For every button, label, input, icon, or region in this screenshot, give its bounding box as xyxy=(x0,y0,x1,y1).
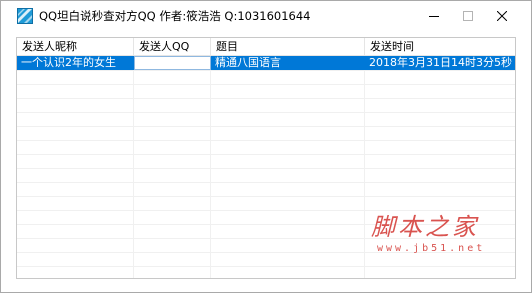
window-title: QQ坦白说秒查对方QQ 作者:筱浩浩 Q:1031601644 xyxy=(39,9,311,23)
main-window: QQ坦白说秒查对方QQ 作者:筱浩浩 Q:1031601644 发送人昵称 发送… xyxy=(0,0,532,293)
grid-line xyxy=(133,56,134,278)
cell-time[interactable]: 2018年3月31日14时3分5秒 xyxy=(365,56,515,70)
grid-line xyxy=(17,126,515,127)
minimize-button[interactable] xyxy=(417,1,451,31)
watermark-url: www.jb51.net xyxy=(377,243,486,254)
grid-line xyxy=(17,84,515,85)
cell-topic[interactable]: 精通八国语言 xyxy=(211,56,365,70)
title-bar[interactable]: QQ坦白说秒查对方QQ 作者:筱浩浩 Q:1031601644 xyxy=(1,1,531,31)
grid-line xyxy=(17,70,515,71)
grid-line xyxy=(17,140,515,141)
maximize-button[interactable] xyxy=(451,1,485,31)
grid-line xyxy=(17,112,515,113)
column-header-time[interactable]: 发送时间 xyxy=(365,38,515,55)
list-header: 发送人昵称 发送人QQ 题目 发送时间 xyxy=(17,38,515,56)
close-icon xyxy=(497,11,507,21)
app-icon xyxy=(17,8,33,24)
cell-nickname[interactable]: 一个认识2年的女生 xyxy=(17,56,134,70)
column-header-nickname[interactable]: 发送人昵称 xyxy=(17,38,134,55)
watermark: 脚本之家 www.jb51.net xyxy=(369,213,509,263)
watermark-logo: 脚本之家 xyxy=(371,213,479,241)
grid-line xyxy=(210,56,211,278)
column-header-topic[interactable]: 题目 xyxy=(211,38,365,55)
minimize-icon xyxy=(429,16,439,17)
grid-line xyxy=(17,154,515,155)
grid-line xyxy=(364,56,365,278)
grid-line xyxy=(17,98,515,99)
grid-line xyxy=(17,210,515,211)
cell-qq[interactable] xyxy=(134,56,211,70)
table-row[interactable]: 一个认识2年的女生 精通八国语言 2018年3月31日14时3分5秒 xyxy=(17,56,515,70)
column-header-qq[interactable]: 发送人QQ xyxy=(134,38,211,55)
close-button[interactable] xyxy=(485,1,519,31)
maximize-icon xyxy=(463,11,473,21)
grid-line xyxy=(17,266,515,267)
grid-line xyxy=(17,196,515,197)
grid-line xyxy=(17,182,515,183)
grid-line xyxy=(17,168,515,169)
